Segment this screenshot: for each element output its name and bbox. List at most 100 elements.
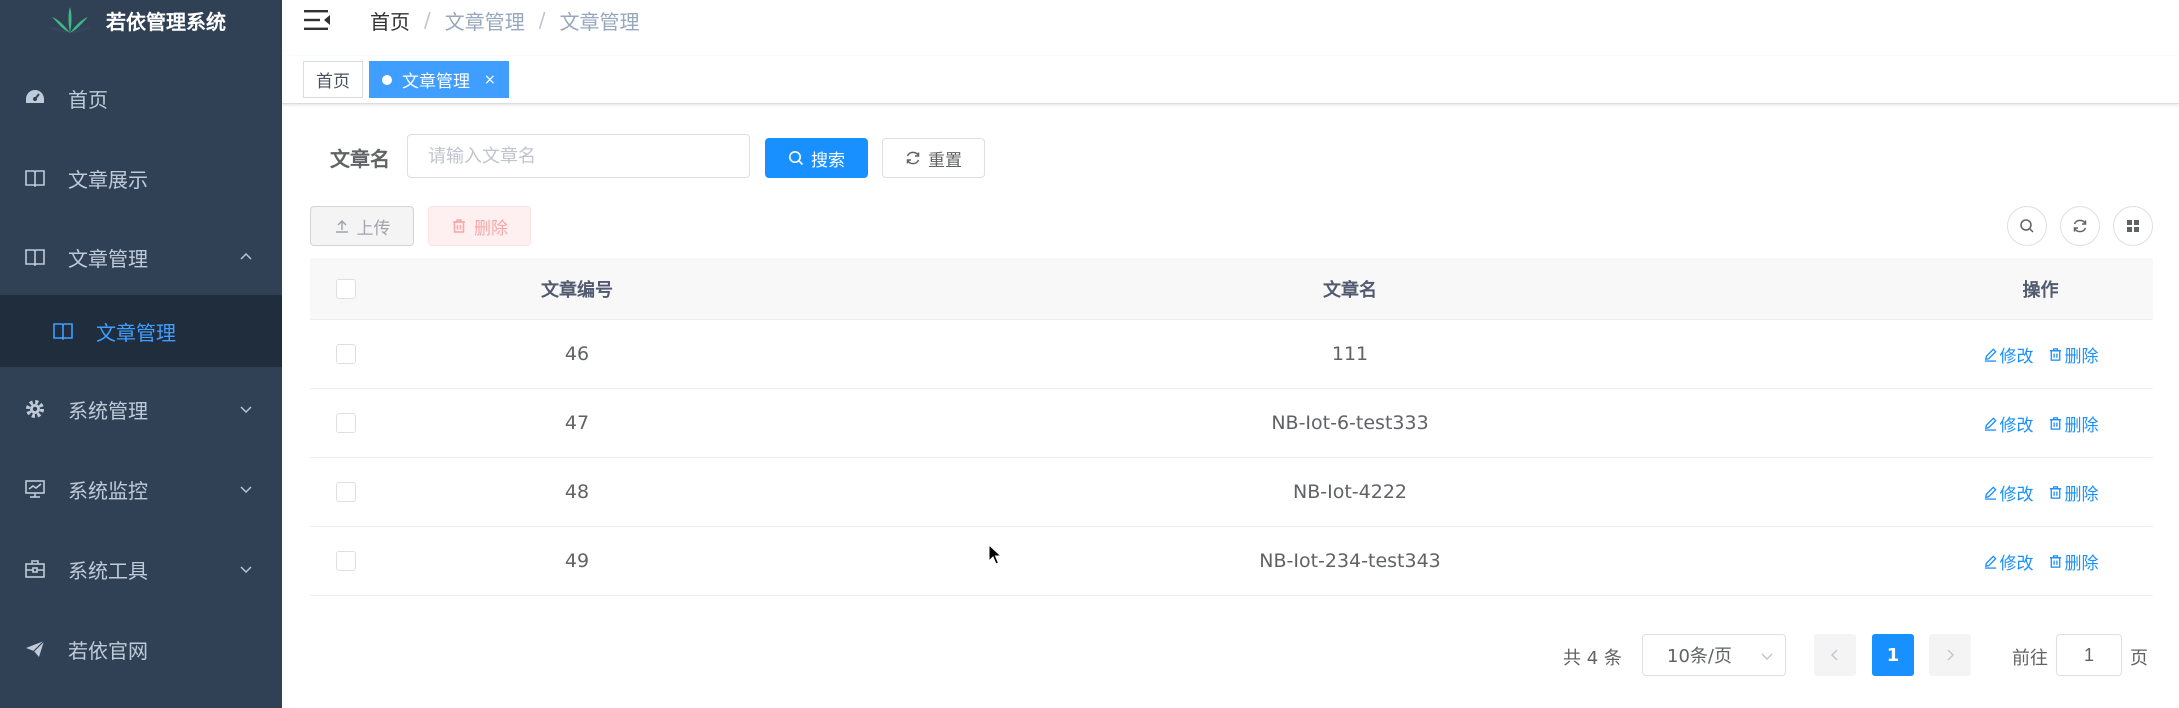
cell-name: 111 [1331, 343, 1369, 365]
dashboard-icon [24, 87, 46, 109]
tag-home[interactable]: 首页 [303, 61, 363, 98]
table-row: 48 NB-Iot-4222 修改 删除 [310, 458, 2153, 527]
breadcrumb-separator: / [538, 8, 546, 32]
trash-icon [453, 219, 465, 233]
app-title: 若依管理系统 [106, 9, 226, 34]
sidebar: 若依管理系统 首页 文章展示 文章管理 文章管理 系统管理 系统监控 系统工具 … [0, 0, 282, 708]
cell-actions: 修改 删除 [1928, 389, 2153, 457]
cell-id: 49 [564, 550, 590, 572]
sidebar-item-system-tools[interactable]: 系统工具 [0, 529, 282, 609]
row-checkbox[interactable] [336, 551, 356, 571]
batch-delete-button[interactable]: 删除 [428, 206, 531, 246]
columns-button[interactable] [2113, 206, 2153, 246]
next-page-button[interactable] [1929, 634, 1971, 676]
sidebar-item-article-display[interactable]: 文章展示 [0, 138, 282, 218]
cell-name: NB-Iot-4222 [1293, 481, 1407, 503]
edit-button[interactable]: 修改 [1983, 411, 2034, 436]
trash-icon [2049, 347, 2061, 361]
table-row: 49 NB-Iot-234-test343 修改 删除 [310, 527, 2153, 596]
sidebar-item-system-monitor[interactable]: 系统监控 [0, 449, 282, 529]
sidebar-item-label: 若依官网 [68, 638, 148, 663]
row-checkbox-cell [310, 527, 382, 595]
edit-label: 修改 [1999, 553, 2034, 574]
trash-icon [2049, 485, 2061, 499]
delete-button[interactable]: 删除 [2048, 411, 2099, 436]
edit-icon [1984, 416, 1997, 431]
hamburger-icon[interactable] [304, 9, 330, 31]
delete-button[interactable]: 删除 [2048, 342, 2099, 367]
breadcrumb-item-current: 文章管理 [559, 9, 640, 34]
breadcrumb-item: 文章管理 [444, 9, 525, 34]
table-header: 文章编号 文章名 操作 [310, 258, 2153, 320]
page-unit-label: 页 [2130, 648, 2148, 669]
sidebar-item-home[interactable]: 首页 [0, 58, 282, 138]
row-checkbox[interactable] [336, 413, 356, 433]
reset-button-label: 重置 [928, 150, 962, 171]
delete-button-label: 删除 [474, 218, 508, 239]
toggle-search-button[interactable] [2007, 206, 2047, 246]
active-dot-icon [382, 74, 392, 85]
breadcrumb: 首页 / 文章管理 / 文章管理 [370, 6, 640, 35]
upload-button-label: 上传 [356, 218, 391, 239]
column-header-actions: 操作 [2022, 279, 2059, 301]
chevron-down-icon [240, 406, 252, 413]
sidebar-item-system-manage[interactable]: 系统管理 [0, 369, 282, 449]
sidebar-item-article-manage[interactable]: 文章管理 [0, 217, 282, 297]
tags-view: 首页 文章管理 × [282, 56, 2179, 104]
edit-button[interactable]: 修改 [1983, 342, 2034, 367]
edit-icon [1984, 347, 1997, 362]
select-all-checkbox[interactable] [336, 278, 356, 299]
sidebar-item-label: 系统工具 [68, 558, 148, 583]
sidebar-item-label: 系统监控 [68, 478, 148, 503]
sidebar-item-label: 文章展示 [68, 167, 148, 192]
chevron-right-icon [1947, 649, 1954, 661]
search-icon [2020, 219, 2034, 233]
breadcrumb-item-home[interactable]: 首页 [370, 6, 410, 35]
jump-page-input[interactable] [2056, 634, 2122, 676]
sidebar-item-official-site[interactable]: 若依官网 [0, 609, 282, 689]
cell-actions: 修改 删除 [1928, 527, 2153, 595]
prev-page-button[interactable] [1814, 634, 1856, 676]
delete-label: 删除 [2064, 415, 2099, 436]
logo-icon [48, 7, 92, 33]
edit-button[interactable]: 修改 [1983, 480, 2034, 505]
search-button[interactable]: 搜索 [765, 138, 868, 178]
grid-icon [2127, 220, 2139, 232]
column-header-id: 文章编号 [541, 279, 613, 301]
sidebar-item-label: 文章管理 [68, 246, 148, 271]
row-checkbox[interactable] [336, 344, 356, 364]
jump-label: 前往 [2012, 648, 2048, 669]
chevron-left-icon [1831, 649, 1838, 661]
table-row: 46 111 修改 删除 [310, 320, 2153, 389]
trash-icon [2049, 554, 2061, 568]
edit-button[interactable]: 修改 [1983, 549, 2034, 574]
page-number-button[interactable]: 1 [1872, 634, 1914, 676]
send-icon [24, 638, 46, 660]
delete-label: 删除 [2064, 484, 2099, 505]
chevron-down-icon [240, 566, 252, 573]
sidebar-item-label: 系统管理 [68, 398, 148, 423]
table-row: 47 NB-Iot-6-test333 修改 删除 [310, 389, 2153, 458]
close-icon[interactable]: × [484, 72, 496, 88]
delete-button[interactable]: 删除 [2048, 549, 2099, 574]
tag-label: 文章管理 [402, 72, 470, 92]
tag-article-manage[interactable]: 文章管理 × [369, 61, 509, 98]
page-size-select[interactable]: 10条/页 [1642, 634, 1786, 676]
reset-button[interactable]: 重置 [882, 138, 985, 178]
chevron-up-icon [240, 253, 252, 260]
cell-name: NB-Iot-6-test333 [1271, 412, 1429, 434]
monitor-icon [24, 478, 46, 500]
sidebar-subitem-article-manage[interactable]: 文章管理 [0, 295, 282, 367]
topbar: 首页 / 文章管理 / 文章管理 [282, 0, 2179, 56]
article-name-input[interactable] [407, 134, 750, 178]
book-icon [24, 246, 46, 268]
mouse-cursor-icon [988, 544, 1002, 565]
row-checkbox-cell [310, 458, 382, 526]
edit-label: 修改 [1999, 346, 2034, 367]
toolbox-icon [24, 558, 46, 580]
delete-button[interactable]: 删除 [2048, 480, 2099, 505]
upload-button[interactable]: 上传 [310, 206, 414, 246]
refresh-button[interactable] [2060, 206, 2100, 246]
upload-icon [335, 219, 348, 233]
row-checkbox[interactable] [336, 482, 356, 502]
